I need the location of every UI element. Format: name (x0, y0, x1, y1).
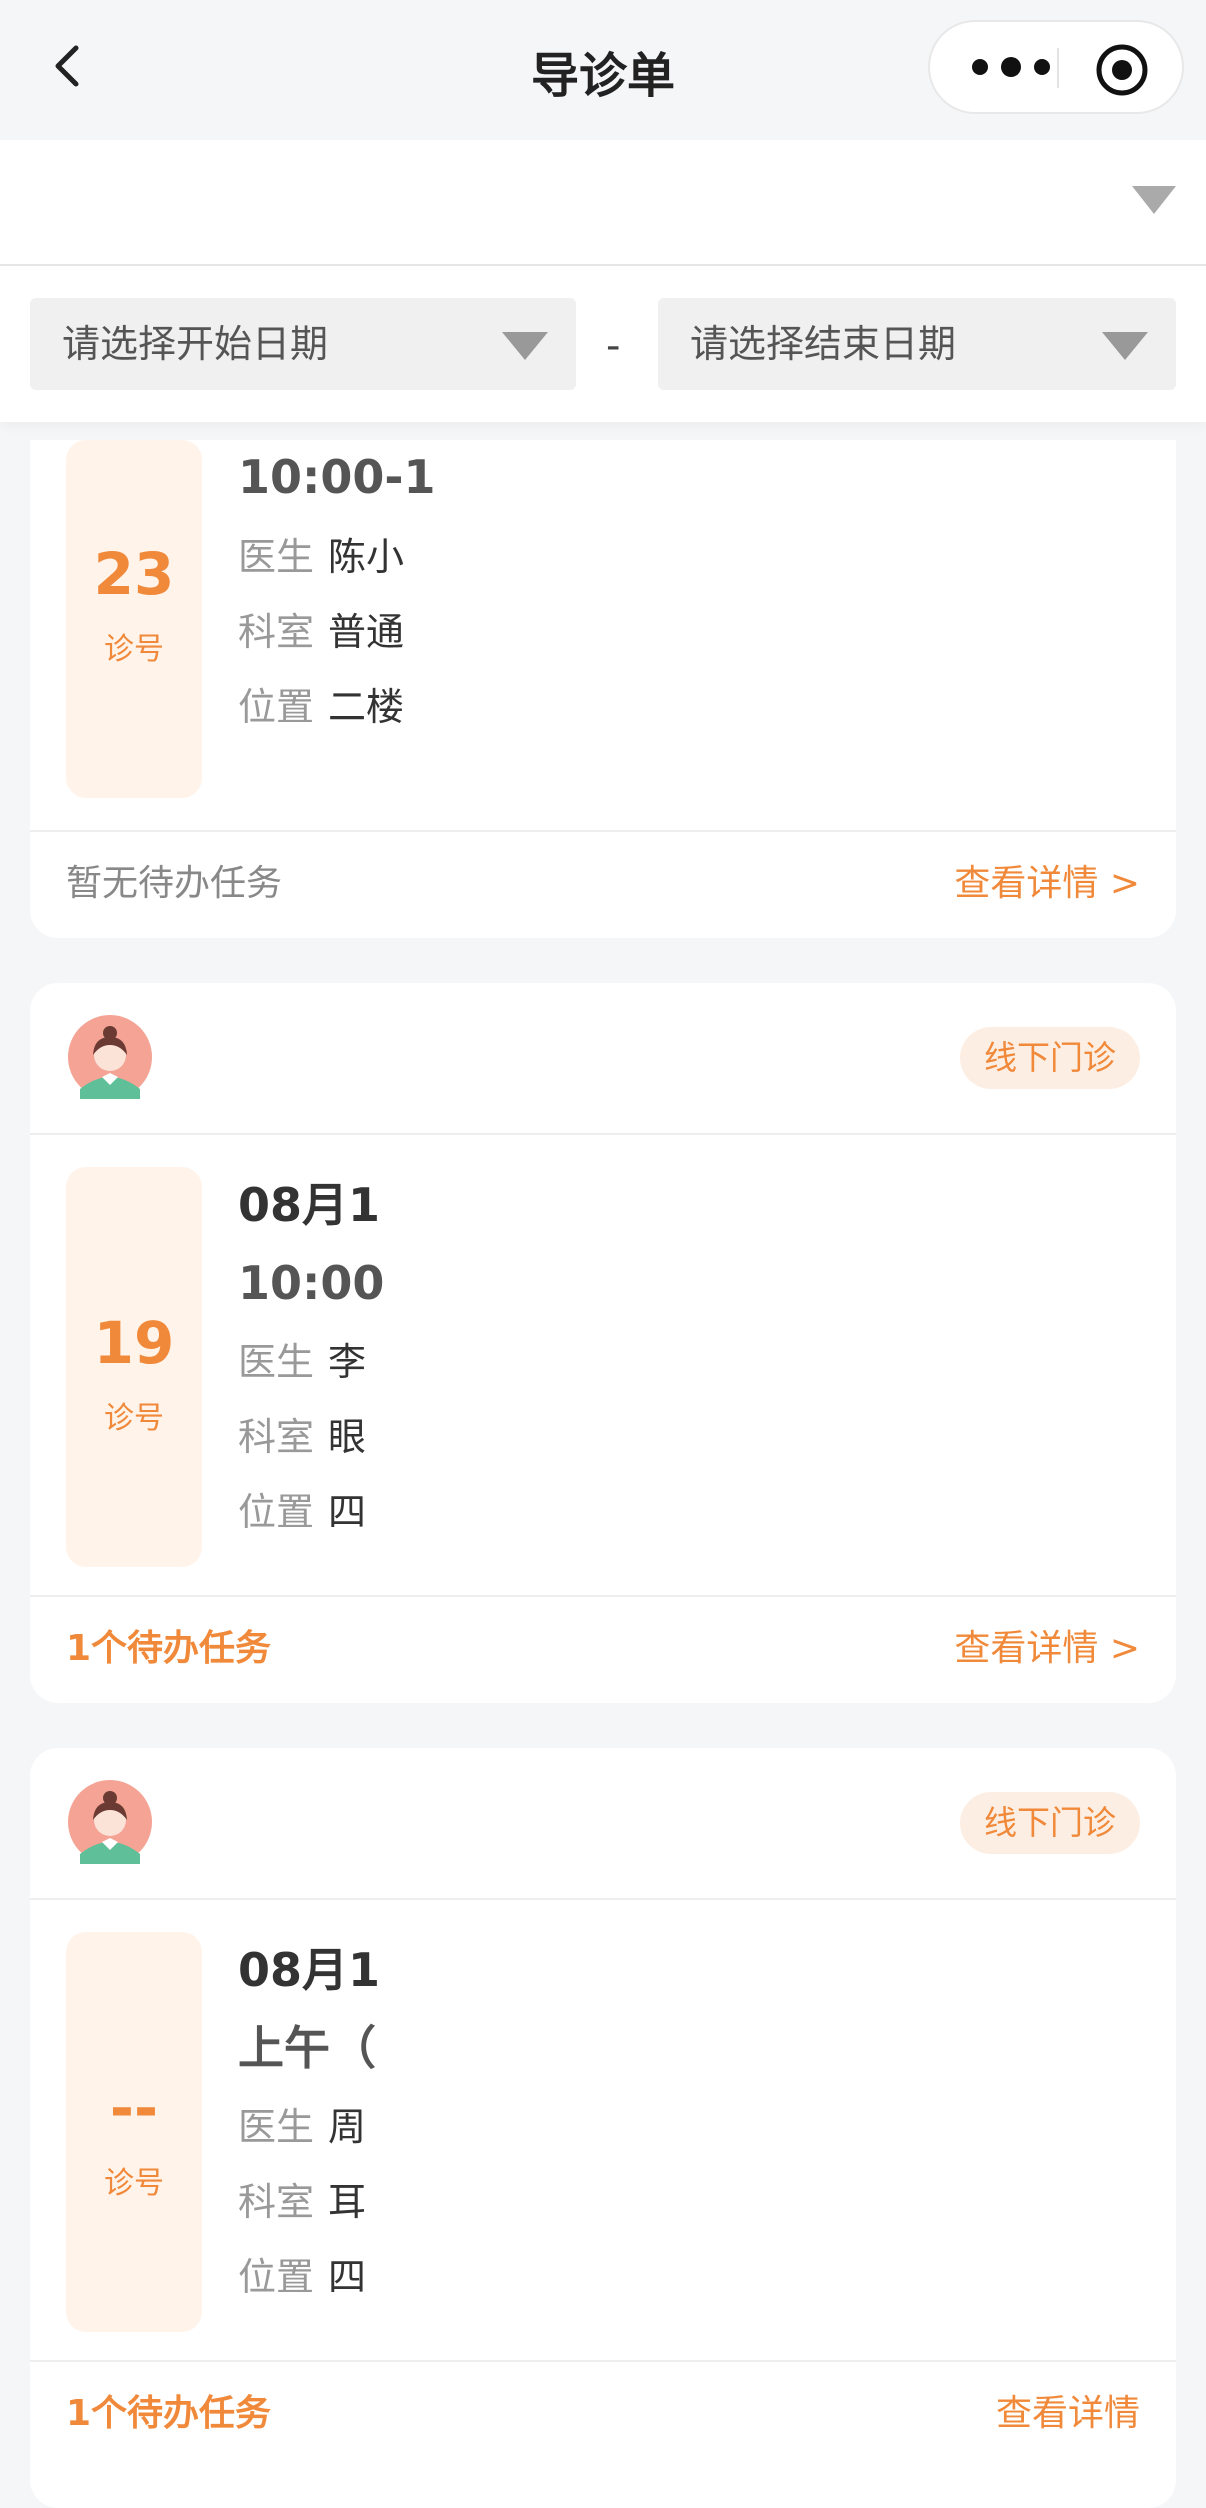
visit-time: 10:00-1 (238, 450, 436, 504)
visit-info: 10:00-1 医生 陈小 科室 普通 位置 二楼 (238, 440, 436, 745)
guide-card[interactable]: 线下门诊 -- 诊号 08月1 上午（ 医生周 科室耳 位置四 1个待办任务 查… (30, 1748, 1176, 2508)
end-date-placeholder: 请选择结束日期 (690, 322, 957, 366)
visit-type-tag: 线下门诊 (960, 1027, 1140, 1089)
chevron-down-icon (502, 332, 548, 360)
location-key: 位置 (238, 1490, 315, 1534)
department-name: 眼 (328, 1415, 367, 1459)
department-key: 科室 (238, 1415, 315, 1459)
doctor-avatar (68, 1780, 152, 1864)
visit-date: 08月1 (238, 1943, 381, 1997)
doctor-name: 周 (328, 2105, 367, 2149)
start-date-picker[interactable]: 请选择开始日期 (30, 298, 576, 390)
doctor-name: 李 (328, 1340, 367, 1384)
task-status[interactable]: 1个待办任务 (66, 2362, 271, 2466)
task-status[interactable]: 1个待办任务 (66, 1597, 271, 1701)
department-name: 耳 (328, 2180, 367, 2224)
queue-number-box: -- 诊号 (66, 1932, 202, 2332)
doctor-name: 陈小 (328, 535, 405, 579)
location-row: 位置四 (238, 1475, 384, 1550)
more-icon[interactable] (966, 55, 1056, 79)
doctor-key: 医生 (238, 2105, 315, 2149)
doctor-row: 医生周 (238, 2090, 380, 2165)
location-value: 四 (328, 2255, 367, 2299)
start-date-placeholder: 请选择开始日期 (62, 322, 329, 366)
date-separator: - (606, 323, 621, 369)
queue-number-label: 诊号 (104, 2166, 164, 2201)
card-header: 线下门诊 (30, 1748, 1176, 1900)
visit-time: 上午（ (238, 2021, 376, 2075)
visit-info: 08月1 10:00 医生李 科室眼 位置四 (238, 1167, 384, 1550)
visit-time: 10:00 (238, 1256, 385, 1310)
task-status: 暂无待办任务 (66, 863, 283, 904)
location-key: 位置 (238, 685, 315, 729)
location-value: 二楼 (328, 685, 405, 729)
doctor-row: 医生李 (238, 1325, 384, 1400)
end-date-picker[interactable]: 请选择结束日期 (658, 298, 1176, 390)
location-value: 四 (328, 1490, 367, 1534)
doctor-avatar (68, 1015, 152, 1099)
nav-bar: 导诊单 (0, 0, 1206, 140)
department-row: 科室眼 (238, 1400, 384, 1475)
guide-card[interactable]: 线下门诊 19 诊号 08月1 10:00 医生李 科室眼 位置四 1个待办任务… (30, 983, 1176, 1703)
queue-number: -- (109, 2074, 159, 2142)
dropdown-arrow-icon[interactable] (1130, 180, 1178, 220)
location-row: 位置 二楼 (238, 670, 436, 745)
doctor-key: 医生 (238, 1340, 315, 1384)
queue-number-box: 23 诊号 (66, 440, 202, 798)
divider (30, 1898, 1176, 1900)
view-details-link[interactable]: 查看详情 > (954, 1597, 1140, 1701)
mini-program-capsule (928, 20, 1184, 114)
guide-card[interactable]: 23 诊号 10:00-1 医生 陈小 科室 普通 位置 二楼 暂无待办任务 查看详情… (30, 440, 1176, 938)
location-row: 位置四 (238, 2240, 380, 2315)
queue-number: 19 (93, 1309, 175, 1377)
chevron-down-icon (1102, 332, 1148, 360)
visit-date: 08月1 (238, 1178, 381, 1232)
department-row: 科室耳 (238, 2165, 380, 2240)
card-footer: 1个待办任务 查看详情 > (30, 1597, 1176, 1701)
queue-number-label: 诊号 (104, 1401, 164, 1436)
department-name: 普通 (328, 610, 405, 654)
card-footer: 暂无待办任务 查看详情 > (30, 832, 1176, 936)
filter-panel: 请选择开始日期 - 请选择结束日期 (0, 140, 1206, 422)
queue-number-box: 19 诊号 (66, 1167, 202, 1567)
divider (30, 1133, 1176, 1135)
close-mini-program-icon[interactable] (1094, 42, 1150, 98)
card-footer: 1个待办任务 查看详情 (30, 2362, 1176, 2466)
view-details-link[interactable]: 查看详情 > (954, 832, 1140, 936)
department-key: 科室 (238, 610, 315, 654)
queue-number: 23 (93, 540, 175, 608)
view-details-link[interactable]: 查看详情 (996, 2362, 1140, 2466)
location-key: 位置 (238, 2255, 315, 2299)
department-row: 科室 普通 (238, 595, 436, 670)
doctor-row: 医生 陈小 (238, 520, 436, 595)
card-header: 线下门诊 (30, 983, 1176, 1135)
queue-number-label: 诊号 (104, 632, 164, 667)
visit-type-tag: 线下门诊 (960, 1792, 1140, 1854)
divider (0, 264, 1206, 266)
doctor-key: 医生 (238, 535, 315, 579)
visit-info: 08月1 上午（ 医生周 科室耳 位置四 (238, 1932, 380, 2315)
capsule-divider (1057, 48, 1059, 88)
department-key: 科室 (238, 2180, 315, 2224)
